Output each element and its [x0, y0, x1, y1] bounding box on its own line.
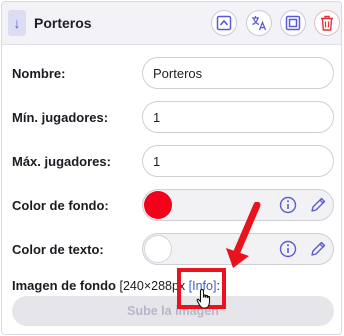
card-title: Porteros [34, 15, 92, 31]
nombre-input[interactable]: Porteros [142, 57, 334, 89]
imagen-fondo-label: Imagen de fondo [12, 278, 116, 293]
arrow-down-icon: ↓ [13, 15, 21, 31]
color-texto-edit-button[interactable] [305, 236, 331, 262]
color-fondo-edit-button[interactable] [305, 192, 331, 218]
drag-handle[interactable]: ↓ [8, 10, 26, 36]
caret-up-icon [216, 15, 232, 31]
translate-button[interactable] [246, 10, 272, 36]
min-jugadores-label: Mín. jugadores: [12, 110, 109, 125]
pencil-icon [311, 197, 326, 212]
upload-image-button[interactable]: Sube la imagen [12, 296, 334, 326]
color-texto-info-button[interactable] [275, 236, 301, 262]
settings-card: ↓ Porteros Nombre: Porteros Mín. jugador… [1, 1, 342, 335]
translate-icon [252, 16, 267, 31]
max-jugadores-label: Máx. jugadores: [12, 154, 111, 169]
move-up-button[interactable] [211, 10, 237, 36]
color-texto-swatch[interactable] [144, 235, 172, 263]
pencil-icon [311, 241, 326, 256]
max-jugadores-input[interactable]: 1 [142, 145, 334, 177]
color-fondo-swatch[interactable] [144, 191, 172, 219]
annotation-arrow-icon [226, 202, 261, 268]
delete-button[interactable] [314, 10, 340, 36]
imagen-size: [240×288px [119, 279, 186, 293]
color-texto-label: Color de texto: [12, 242, 104, 257]
hand-cursor-icon [196, 288, 211, 309]
color-fondo-info-button[interactable] [275, 192, 301, 218]
info-icon [279, 240, 297, 258]
info-icon [279, 196, 297, 214]
trash-icon [321, 15, 333, 31]
duplicate-icon [285, 15, 301, 31]
duplicate-button[interactable] [280, 10, 306, 36]
color-fondo-label: Color de fondo: [12, 198, 109, 213]
card-header: ↓ Porteros [2, 2, 341, 45]
min-jugadores-input[interactable]: 1 [142, 101, 334, 133]
nombre-label: Nombre: [12, 66, 66, 81]
